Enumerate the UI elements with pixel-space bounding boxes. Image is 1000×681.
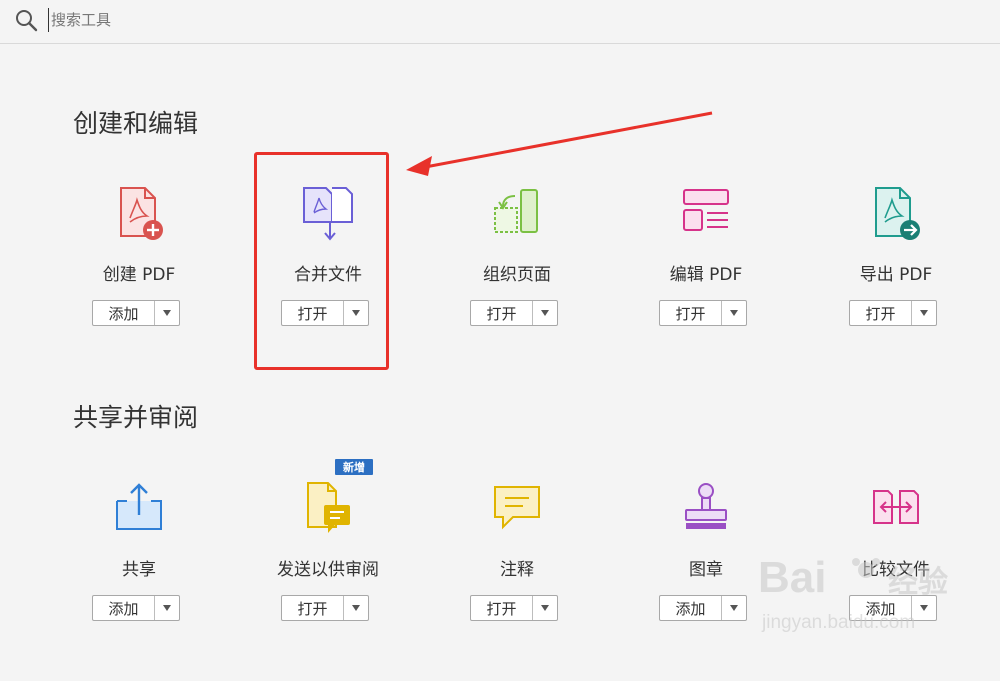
open-button: 打开 [470, 595, 558, 621]
open-button: 打开 [659, 300, 747, 326]
chevron-down-icon[interactable] [155, 301, 179, 325]
open-button-main[interactable]: 打开 [660, 301, 722, 325]
tool-label: 注释 [500, 560, 534, 580]
chevron-down-icon[interactable] [155, 596, 179, 620]
edit-pdf-icon [680, 186, 732, 242]
search-icon[interactable] [14, 8, 40, 34]
stamp-icon [680, 481, 732, 537]
chevron-down-icon[interactable] [912, 301, 936, 325]
chevron-down-icon[interactable] [722, 301, 746, 325]
tool-label: 共享 [122, 560, 156, 580]
organize-pages-icon [491, 186, 543, 242]
baidu-watermark-icon: Bai 经验 jingyan.baidu.com [758, 553, 948, 633]
section-title-share-review: 共享并审阅 [73, 403, 199, 432]
compare-files-icon [870, 481, 922, 537]
tool-create-pdf[interactable]: 创建 PDF 添加 [44, 186, 234, 386]
tool-edit-pdf[interactable]: 编辑 PDF 打开 [611, 186, 801, 386]
add-button-main[interactable]: 添加 [93, 596, 155, 620]
watermark-url: jingyan.baidu.com [761, 612, 915, 633]
annotation-arrow-icon [406, 111, 713, 176]
tool-label: 组织页面 [483, 265, 551, 285]
export-pdf-icon [870, 186, 922, 242]
create-pdf-icon [113, 186, 165, 242]
open-button: 打开 [281, 595, 369, 621]
tool-label: 编辑 PDF [669, 265, 743, 285]
share-icon [113, 481, 165, 537]
open-button-main[interactable]: 打开 [471, 596, 533, 620]
comment-icon [491, 481, 543, 537]
open-button: 打开 [470, 300, 558, 326]
add-button-main[interactable]: 添加 [660, 596, 722, 620]
tool-label: 创建 PDF [102, 265, 176, 285]
watermark-brand-2: 经验 [888, 565, 948, 600]
open-button-main[interactable]: 打开 [850, 301, 912, 325]
highlight-box [254, 152, 389, 370]
search-bar [0, 0, 1000, 44]
search-input[interactable] [48, 8, 451, 32]
tool-label: 发送以供审阅 [277, 560, 379, 580]
tool-comment[interactable]: 注释 打开 [422, 481, 612, 681]
section-title-create-edit: 创建和编辑 [73, 109, 199, 138]
watermark-brand: Bai [758, 553, 826, 602]
tool-send-for-review[interactable]: 发送以供审阅 打开 [233, 481, 423, 681]
new-badge: 新增 [335, 459, 373, 475]
tool-label: 导出 PDF [859, 265, 933, 285]
chevron-down-icon[interactable] [533, 596, 557, 620]
open-button-main[interactable]: 打开 [471, 301, 533, 325]
open-button: 打开 [849, 300, 937, 326]
tool-organize-pages[interactable]: 组织页面 打开 [422, 186, 612, 386]
chevron-down-icon[interactable] [344, 596, 368, 620]
send-review-icon [302, 481, 354, 537]
tool-export-pdf[interactable]: 导出 PDF 打开 [801, 186, 991, 386]
add-button: 添加 [92, 300, 180, 326]
chevron-down-icon[interactable] [533, 301, 557, 325]
tool-share[interactable]: 共享 添加 [44, 481, 234, 681]
chevron-down-icon[interactable] [722, 596, 746, 620]
add-button: 添加 [659, 595, 747, 621]
open-button-main[interactable]: 打开 [282, 596, 344, 620]
add-button: 添加 [92, 595, 180, 621]
add-button-main[interactable]: 添加 [93, 301, 155, 325]
